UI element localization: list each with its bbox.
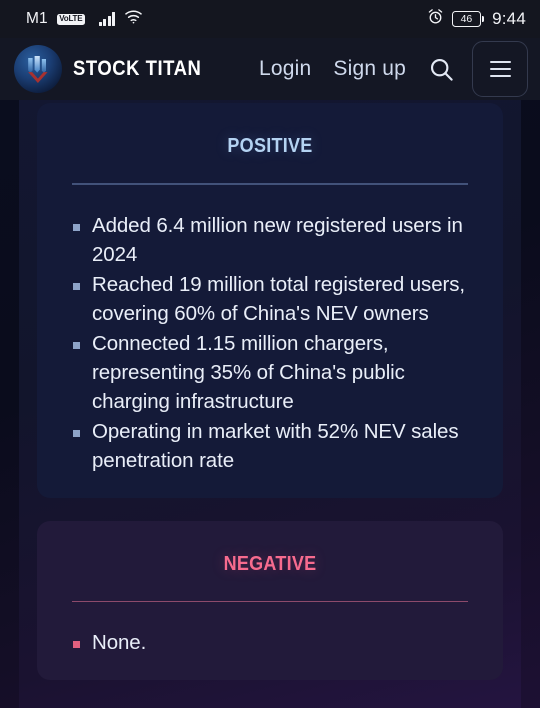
menu-bar-3 (489, 74, 511, 78)
bullet-text: Connected 1.15 million chargers, represe… (92, 331, 405, 413)
clock-time: 9:44 (492, 9, 526, 28)
hamburger-menu-icon[interactable] (472, 41, 528, 97)
list-item: Connected 1.15 million chargers, represe… (73, 329, 467, 416)
negative-card-heading: Negative (223, 544, 317, 577)
battery-level-text: 46 (460, 12, 473, 25)
bullet-square-icon (73, 341, 80, 349)
positive-card-heading: Positive (227, 127, 313, 159)
list-item: None. (73, 628, 467, 657)
battery-tip (482, 16, 485, 22)
menu-bar-1 (489, 60, 511, 64)
battery-body: 46 (451, 11, 481, 27)
status-bar-right-group: 46 9:44 (427, 8, 526, 30)
carrier-name: M1 (26, 10, 48, 27)
sentiment-card-stack: Positive Added 6.4 million new registere… (37, 103, 503, 681)
list-item: Reached 19 million total registered user… (73, 270, 467, 328)
login-link[interactable]: Login (259, 57, 311, 81)
positive-card-divider (72, 183, 468, 185)
bullet-text: None. (92, 631, 147, 655)
signal-bars-icon (98, 12, 116, 26)
list-item: Added 6.4 million new registered users i… (73, 211, 467, 269)
header-nav: Login Sign up (259, 57, 406, 81)
bullet-square-icon (73, 429, 80, 437)
bullet-square-icon (73, 641, 80, 649)
negative-bullet-list: None. (73, 628, 467, 657)
system-status-bar: M1 VoLTE 46 9:44 (0, 0, 540, 38)
search-icon[interactable] (426, 54, 456, 84)
app-header: STOCK TITAN Login Sign up (0, 38, 540, 100)
negative-card: Negative None. (37, 520, 503, 681)
wifi-icon (124, 9, 143, 29)
brand-name[interactable]: STOCK TITAN (73, 57, 201, 81)
page-content-column: Positive Added 6.4 million new registere… (19, 100, 521, 708)
menu-bar-2 (489, 67, 511, 71)
status-bar-left-group: M1 VoLTE (26, 9, 143, 29)
brand-logo-group[interactable]: STOCK TITAN (14, 45, 219, 93)
signup-link[interactable]: Sign up (333, 57, 406, 81)
bullet-text: Added 6.4 million new registered users i… (92, 213, 463, 266)
volte-badge: VoLTE (56, 13, 85, 25)
bullet-square-icon (73, 223, 80, 231)
alarm-clock-icon (427, 8, 444, 30)
negative-card-divider (72, 600, 468, 603)
bullet-text: Operating in market with 52% NEV sales p… (92, 419, 459, 472)
bullet-text: Reached 19 million total registered user… (92, 272, 465, 325)
page-background: Positive Added 6.4 million new registere… (0, 100, 540, 708)
battery-indicator: 46 (451, 11, 485, 27)
positive-card: Positive Added 6.4 million new registere… (37, 103, 503, 498)
list-item: Operating in market with 52% NEV sales p… (73, 417, 467, 475)
stock-titan-logo-icon[interactable] (14, 45, 62, 93)
bullet-square-icon (73, 282, 80, 290)
positive-bullet-list: Added 6.4 million new registered users i… (73, 211, 467, 475)
